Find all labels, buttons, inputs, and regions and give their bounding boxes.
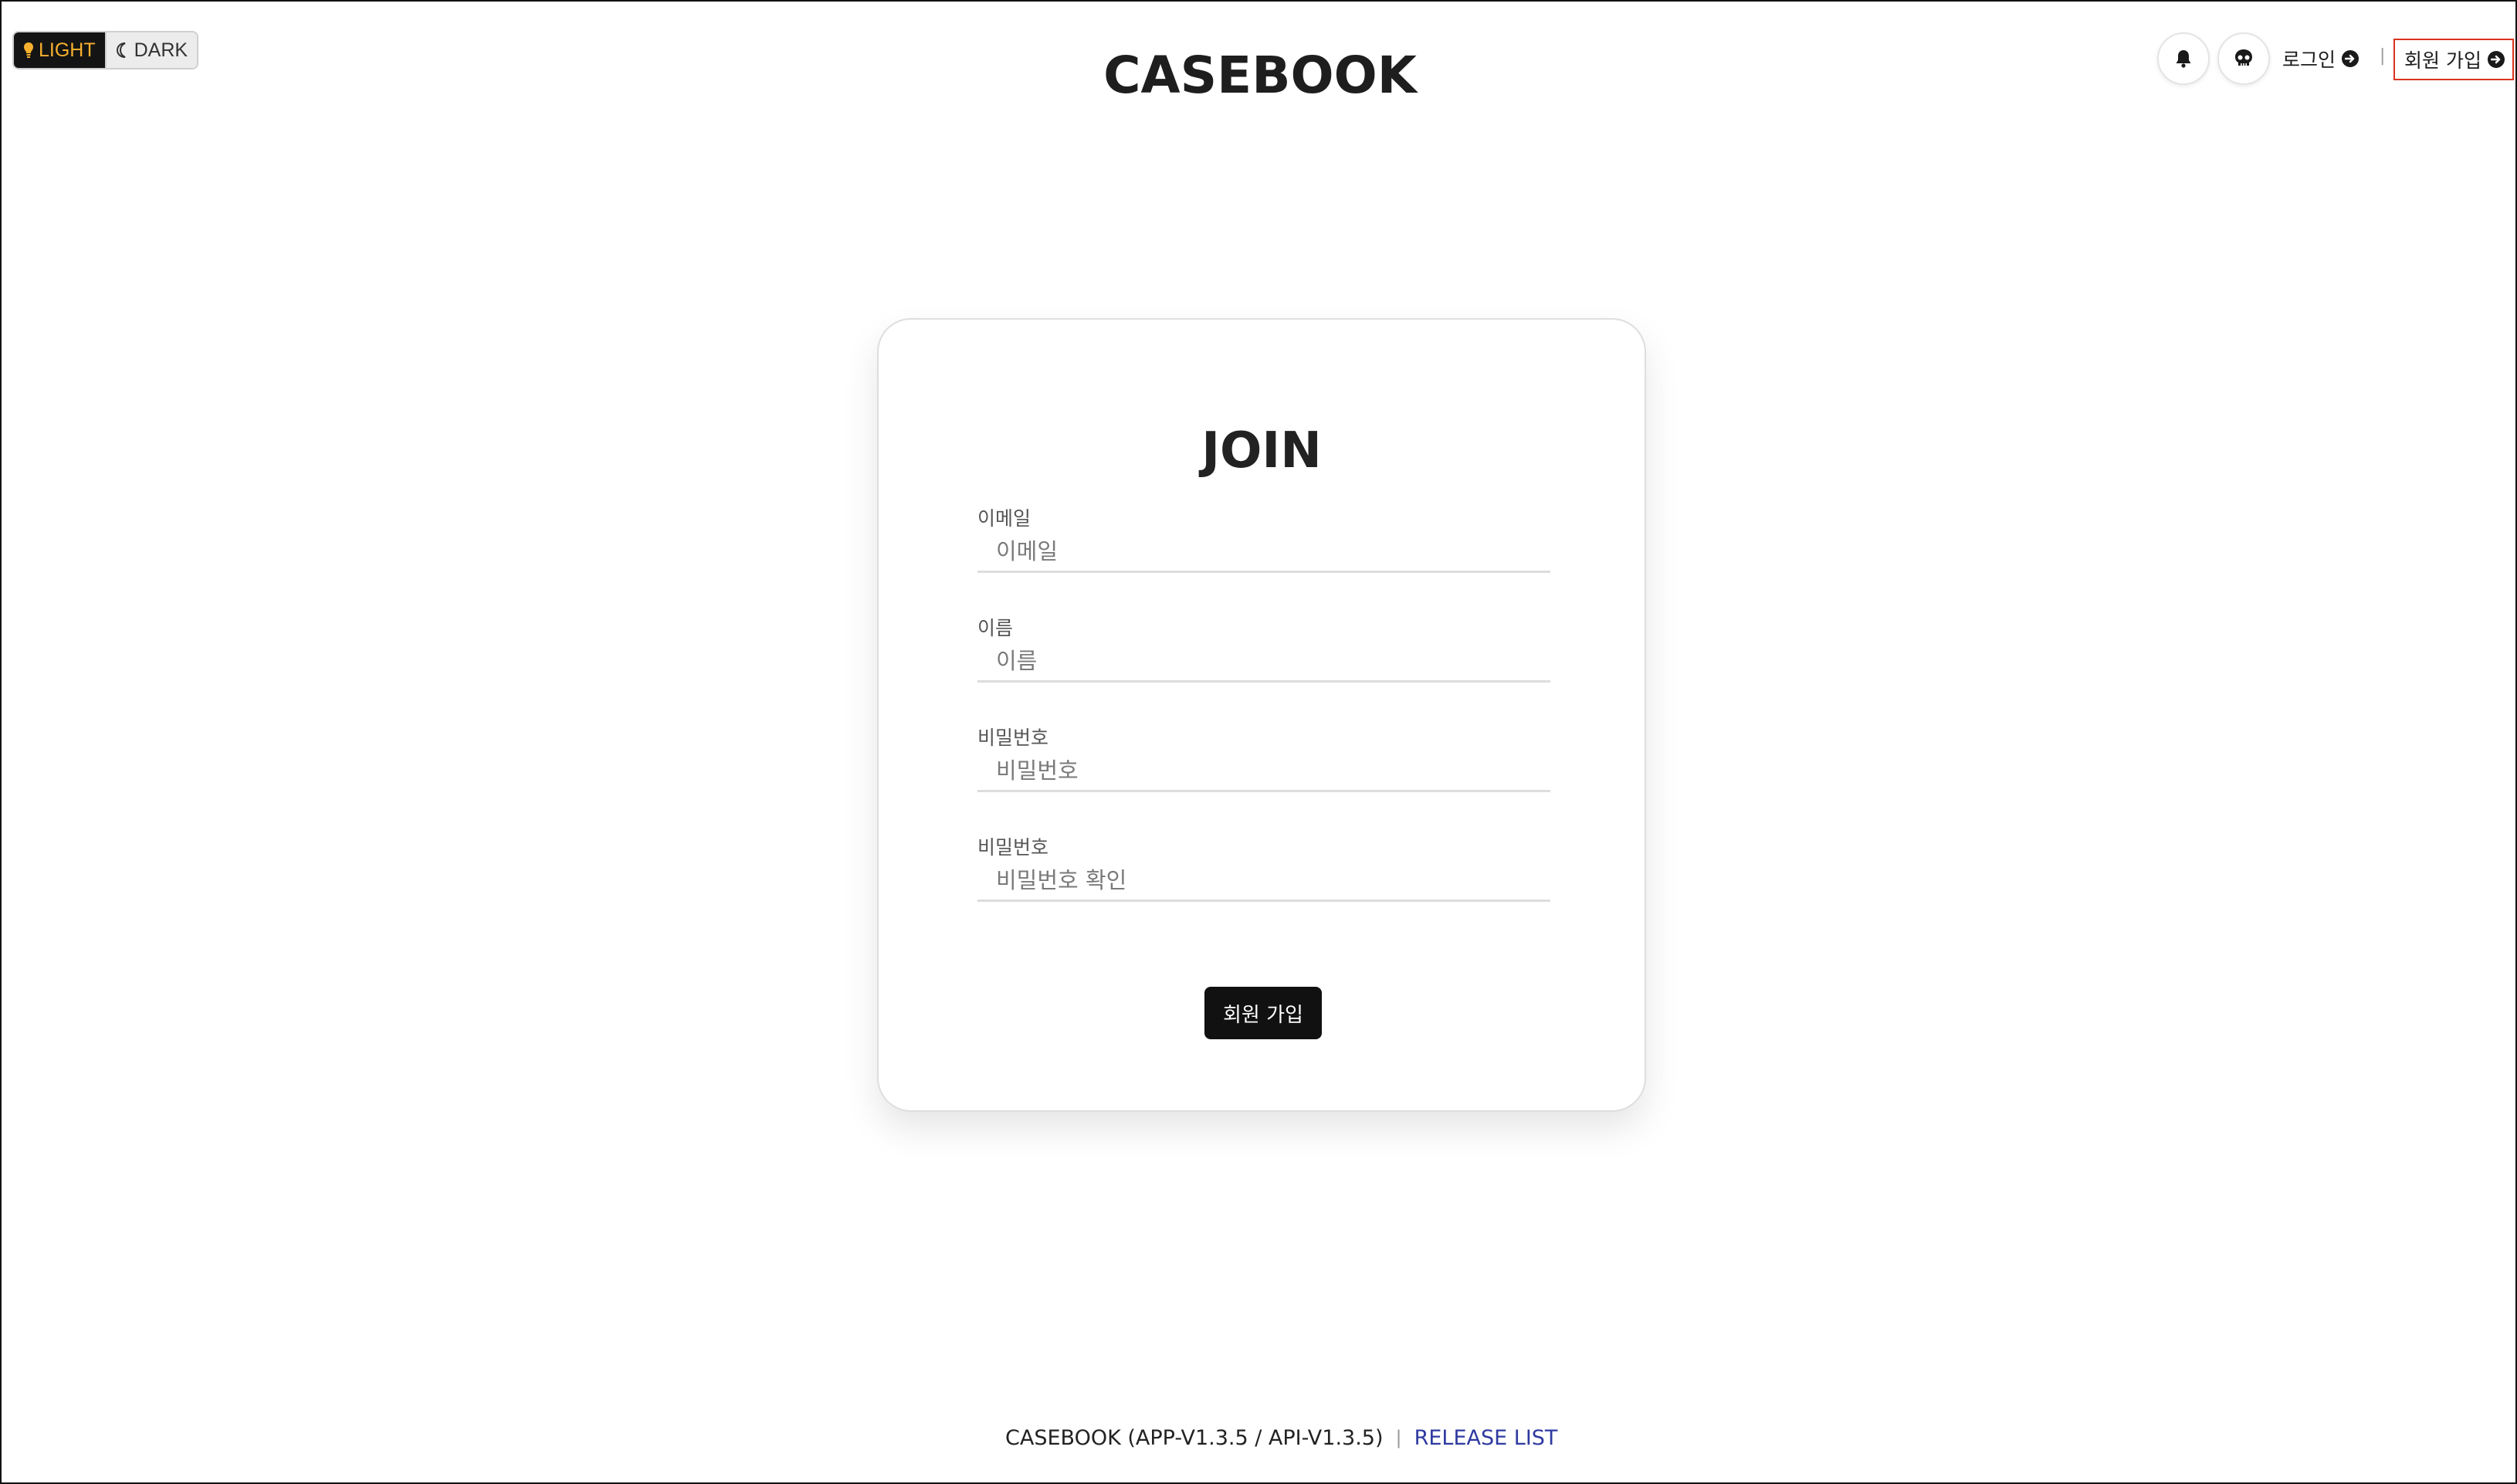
join-label: 회원 가입 [2404,49,2481,72]
light-theme-button[interactable]: LIGHT [14,32,105,68]
dark-theme-label: DARK [134,39,188,61]
password-input[interactable] [977,750,1550,792]
name-input[interactable] [977,641,1550,683]
nav-separator: | [2380,46,2386,66]
arrow-right-circle-icon [2487,51,2505,68]
logo[interactable]: CASEBOOK [1082,45,1438,107]
card-title: JOIN [1201,422,1322,479]
bell-icon [2176,50,2191,68]
dark-theme-button[interactable]: DARK [104,32,198,68]
profile-button[interactable] [2217,32,2270,85]
email-label: 이메일 [977,507,1032,530]
password-confirm-input[interactable] [977,860,1550,902]
app-window: LIGHT DARK CASEBOOK 로그인 | 회원 가입 JOIN 이메일… [0,0,2517,1484]
notifications-button[interactable] [2157,32,2210,85]
light-theme-label: LIGHT [39,39,96,61]
footer: CASEBOOK (APP-V1.3.5 / API-V1.3.5) | REL… [1005,1422,1557,1453]
email-input[interactable] [977,531,1550,573]
footer-separator: | [1395,1427,1402,1448]
theme-toggle: LIGHT DARK [12,31,199,69]
join-card: JOIN 이메일 이름 비밀번호 비밀번호 회원 가입 [877,318,1646,1112]
arrow-right-circle-icon [2342,50,2359,67]
moon-icon [116,42,126,58]
login-label: 로그인 [2282,49,2336,71]
password-confirm-label: 비밀번호 [977,836,1049,859]
skull-icon [2235,49,2252,66]
name-label: 이름 [977,617,1014,639]
join-link[interactable]: 회원 가입 [2393,39,2514,80]
password-label: 비밀번호 [977,727,1049,749]
release-list-link[interactable]: RELEASE LIST [1414,1426,1558,1450]
login-link[interactable]: 로그인 [2282,45,2359,73]
join-submit-button[interactable]: 회원 가입 [1204,987,1322,1039]
lightbulb-icon [24,42,33,58]
version-text: CASEBOOK (APP-V1.3.5 / API-V1.3.5) [1005,1425,1384,1450]
